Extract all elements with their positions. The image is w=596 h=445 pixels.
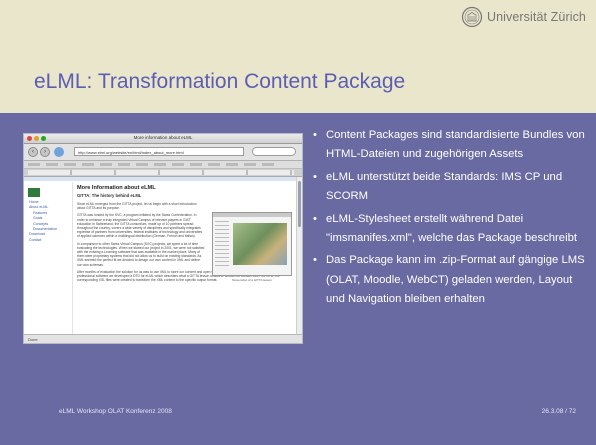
status-text: Done bbox=[28, 336, 38, 342]
reload-icon[interactable] bbox=[54, 147, 64, 157]
browser-titlebar: More information about eLML bbox=[24, 134, 302, 144]
forward-icon[interactable]: › bbox=[40, 147, 50, 157]
browser-scrollbar[interactable] bbox=[296, 177, 302, 334]
site-header-strip bbox=[24, 177, 302, 181]
university-name: Universität Zürich bbox=[486, 10, 586, 24]
content-paragraph: Since eLML emerged from the GITTA projec… bbox=[77, 202, 197, 211]
window-title: More information about eLML bbox=[133, 135, 193, 140]
slide-header: Universität Zürich eLML: Transformation … bbox=[0, 0, 596, 113]
content-paragraph: In comparison to other Swiss Virtual Cam… bbox=[77, 241, 205, 267]
search-field[interactable] bbox=[252, 147, 296, 156]
site-nav-list: Home About eLML Features Goals Concepts … bbox=[29, 200, 71, 243]
address-bar[interactable]: http://www.elml.org/website/en/html/inde… bbox=[74, 147, 244, 156]
content-subheading: GITTA: The history behind eLML bbox=[77, 193, 142, 198]
university-seal-icon bbox=[461, 6, 483, 28]
site-content: More Information about eLML GITTA: The h… bbox=[77, 185, 295, 333]
browser-toolbar: ‹ › http://www.elml.org/website/en/html/… bbox=[24, 144, 302, 161]
bullet-item: eLML unterstützt beide Standards: IMS CP… bbox=[310, 168, 588, 207]
gitta-lesson-thumbnail bbox=[212, 212, 292, 276]
slide: Universität Zürich eLML: Transformation … bbox=[0, 0, 596, 445]
bullet-item: eLML-Stylesheet erstellt während Datei "… bbox=[310, 210, 588, 249]
browser-statusbar: Done bbox=[24, 334, 302, 343]
back-icon[interactable]: ‹ bbox=[28, 147, 38, 157]
content-paragraph: GITTA was funded by the SVC, a program i… bbox=[77, 213, 203, 239]
footer-event: eLML Workshop OLAT Konferenz 2008 bbox=[59, 408, 172, 415]
tab-bar bbox=[24, 169, 302, 177]
bullet-item: Das Package kann im .zip-Format auf gäng… bbox=[310, 251, 588, 309]
thumbnail-caption: Screenshot of a GITTA lesson bbox=[232, 278, 272, 282]
bullet-list: Content Packages sind standardisierte Bu… bbox=[310, 126, 588, 313]
bookmarks-bar bbox=[24, 161, 302, 169]
site-logo bbox=[28, 188, 40, 197]
thumbnail-map-image bbox=[233, 223, 287, 265]
tab-placeholder[interactable] bbox=[28, 170, 294, 175]
scrollbar-thumb[interactable] bbox=[298, 181, 301, 227]
thumbnail-titlebar bbox=[213, 213, 291, 217]
thumbnail-nav bbox=[215, 221, 229, 267]
university-logo: Universität Zürich bbox=[461, 6, 586, 28]
bullet-item: Content Packages sind standardisierte Bu… bbox=[310, 126, 588, 165]
footer-page-number: 26.3.08 / 72 bbox=[541, 408, 576, 415]
site-nav-item[interactable]: Contact bbox=[29, 238, 71, 243]
bookmark-placeholder bbox=[28, 163, 278, 166]
content-heading: More Information about eLML bbox=[77, 185, 156, 191]
slide-title: eLML: Transformation Content Package bbox=[34, 70, 406, 93]
site-sidebar: Home About eLML Features Goals Concepts … bbox=[24, 182, 73, 334]
browser-screenshot: More information about eLML ‹ › http://w… bbox=[23, 133, 303, 344]
